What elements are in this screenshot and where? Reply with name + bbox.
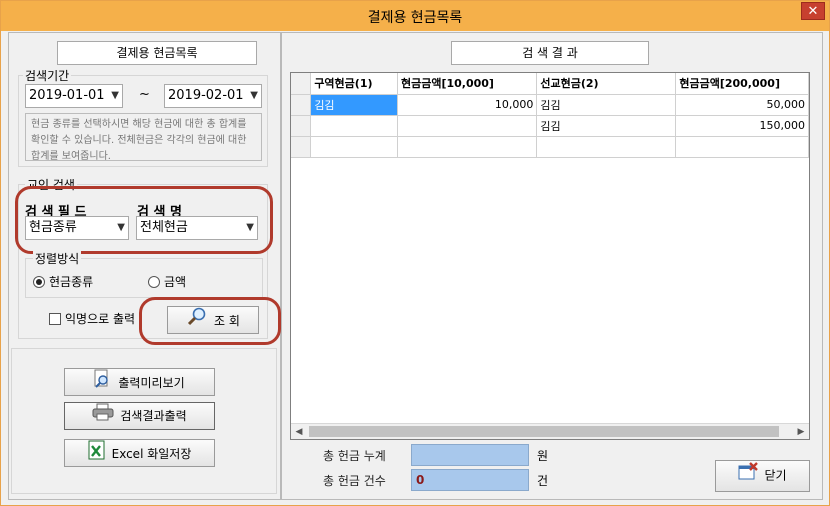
table-row[interactable]: 김김 150,000: [291, 115, 809, 137]
table-row[interactable]: [291, 136, 809, 158]
table-cell[interactable]: 10,000: [397, 94, 538, 116]
period-help-text: 현금 종류를 선택하시면 해당 현금에 대한 총 합계를 확인할 수 있습니다.…: [25, 113, 262, 162]
date-to-value: 2019-02-01: [168, 88, 244, 103]
window-title: 결제용 현금목록: [367, 10, 463, 26]
print-preview-button[interactable]: 출력미리보기: [64, 368, 215, 396]
search-fields-highlight: [15, 186, 273, 254]
excel-icon: [88, 440, 106, 468]
date-from-picker[interactable]: 2019-01-01 ▼: [25, 84, 123, 108]
radio-selected-icon: [33, 276, 45, 288]
row-header[interactable]: [291, 115, 312, 137]
horizontal-scrollbar[interactable]: ◀ ▶: [291, 423, 809, 439]
print-results-label: 검색결과출력: [120, 409, 187, 423]
table-cell[interactable]: [675, 136, 809, 158]
left-header: 결제용 현금목록: [57, 41, 257, 65]
column-header[interactable]: 현금금액[200,000]: [675, 73, 809, 95]
title-bar: 결제용 현금목록 ✕: [1, 1, 829, 31]
excel-save-button[interactable]: Excel 화일저장: [64, 439, 215, 467]
print-results-button[interactable]: 검색결과출력: [64, 402, 215, 430]
excel-save-label: Excel 화일저장: [111, 447, 192, 461]
close-button[interactable]: 닫기: [715, 460, 810, 492]
table-cell[interactable]: 150,000: [675, 115, 809, 137]
results-grid[interactable]: 구역현금(1) 현금금액[10,000] 선교현금(2) 현금금액[200,00…: [290, 72, 810, 440]
sort-option-amount-label: 금액: [164, 275, 187, 289]
anonymous-label: 익명으로 출력: [65, 312, 136, 326]
query-button-highlight: [139, 297, 281, 345]
date-to-picker[interactable]: 2019-02-01 ▼: [164, 84, 262, 108]
scroll-left-icon[interactable]: ◀: [291, 424, 307, 439]
anonymous-checkbox[interactable]: 익명으로 출력: [49, 311, 135, 327]
sort-legend: 정렬방식: [33, 250, 82, 267]
print-preview-label: 출력미리보기: [118, 376, 185, 390]
app-window: 결제용 현금목록 ✕ 결제용 현금목록 검색기간 2019-01-01 ▼ ~ …: [0, 0, 830, 506]
row-header[interactable]: [291, 94, 312, 116]
table-cell[interactable]: [397, 136, 538, 158]
table-cell[interactable]: [397, 115, 538, 137]
scroll-thumb[interactable]: [309, 426, 779, 437]
radio-empty-icon: [148, 276, 160, 288]
date-range-tilde: ~: [139, 87, 150, 102]
row-header[interactable]: [291, 136, 312, 158]
printer-icon: [92, 403, 114, 429]
table-cell[interactable]: [310, 115, 398, 137]
table-cell[interactable]: 김김: [536, 94, 677, 116]
date-from-value: 2019-01-01: [29, 88, 105, 103]
total-amount-field: [411, 444, 529, 466]
scroll-right-icon[interactable]: ▶: [793, 424, 809, 439]
table-row[interactable]: 김김 10,000 김김 50,000: [291, 94, 809, 116]
results-table: 구역현금(1) 현금금액[10,000] 선교현금(2) 현금금액[200,00…: [291, 73, 809, 158]
table-cell[interactable]: 김김: [310, 94, 398, 116]
results-header: 검 색 결 과: [451, 41, 649, 65]
total-count-field: 0: [411, 469, 529, 491]
table-cell[interactable]: 50,000: [675, 94, 809, 116]
table-cell[interactable]: [536, 136, 677, 158]
table-header-row: 구역현금(1) 현금금액[10,000] 선교현금(2) 현금금액[200,00…: [291, 73, 809, 95]
total-amount-label: 총 헌금 누계: [323, 449, 386, 463]
close-button-label: 닫기: [764, 468, 787, 483]
table-cell[interactable]: [310, 136, 398, 158]
window-close-button[interactable]: ✕: [801, 2, 825, 20]
column-header[interactable]: 구역현금(1): [310, 73, 398, 95]
total-amount-unit: 원: [537, 449, 549, 463]
total-count-label: 총 헌금 건수: [323, 474, 386, 488]
sort-option-type-label: 현금종류: [49, 275, 94, 289]
column-header[interactable]: 현금금액[10,000]: [397, 73, 538, 95]
period-legend: 검색기간: [23, 67, 72, 84]
row-header-corner: [291, 73, 312, 95]
total-count-unit: 건: [537, 474, 549, 488]
sort-option-type[interactable]: 현금종류: [33, 274, 93, 290]
close-window-icon: [738, 461, 759, 490]
left-panel: 결제용 현금목록 검색기간 2019-01-01 ▼ ~ 2019-02-01 …: [8, 32, 281, 500]
sort-option-amount[interactable]: 금액: [148, 274, 186, 290]
table-cell[interactable]: 김김: [536, 115, 677, 137]
chevron-down-icon: ▼: [111, 90, 119, 101]
chevron-down-icon: ▼: [250, 90, 258, 101]
checkbox-icon: [49, 313, 61, 325]
preview-icon: [94, 369, 112, 397]
column-header[interactable]: 선교현금(2): [536, 73, 677, 95]
